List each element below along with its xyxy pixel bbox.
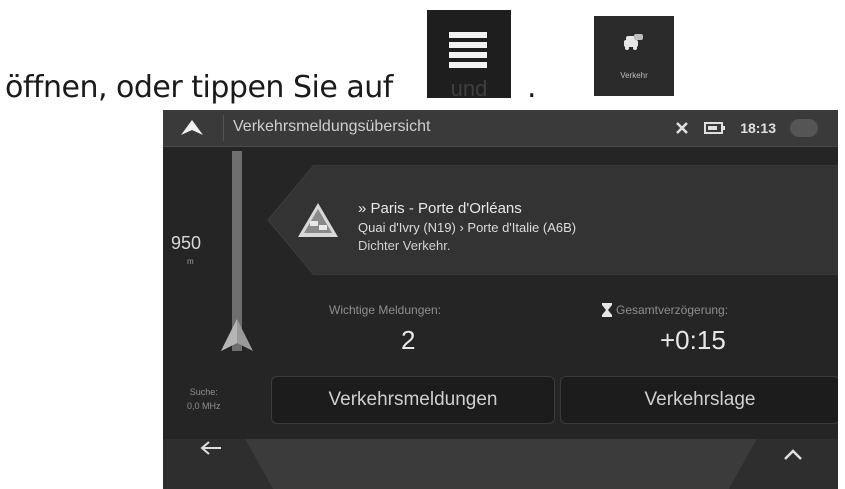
topbar-divider [223,115,224,141]
menu-button-image: und [427,10,511,101]
traffic-button-label: Verkehr [620,71,648,80]
traffic-jam-warning-icon [298,203,338,237]
menu-icon [449,32,487,72]
event-description: Dichter Verkehr. [358,238,451,253]
fm-search-status: Suche: 0,0 MHz [187,385,221,413]
chevron-up-icon[interactable] [783,449,803,461]
total-delay-value: +0:15 [660,325,726,355]
traffic-situation-button[interactable]: Verkehrslage [560,376,838,424]
instruction-period: . [527,70,537,105]
back-arrow-icon[interactable] [199,440,223,456]
fm-search-label: Suche: [189,387,218,397]
traffic-event-card[interactable]: » Paris - Porte d'Orléans Quai d'Ivry (N… [268,165,838,275]
menu-button-label: und [450,76,488,101]
hourglass-icon [602,303,612,317]
bottom-bar [163,439,838,489]
screen-title: Verkehrsmeldungsübersicht [233,118,431,135]
distance-value: 950 [171,233,202,253]
traffic-car-icon [624,34,643,50]
vehicle-position-icon [221,319,253,351]
navigation-screen: Verkehrsmeldungsübersicht 18:13 950 m » … [163,110,838,489]
status-area: 18:13 [674,116,818,140]
traffic-button-image: Verkehr [594,16,674,96]
important-messages-value: 2 [401,325,416,355]
event-title: » Paris - Porte d'Orléans [358,200,522,217]
clock-time: 18:13 [740,120,776,136]
total-delay-label: Gesamtverzögerung: [616,303,729,317]
instruction-text: öffnen, oder tippen Sie auf [5,70,393,105]
main-content: 950 m » Paris - Porte d'Orléans Quai d'I… [163,147,838,489]
distance-unit: m [187,257,194,266]
message-bubble-icon[interactable] [790,119,818,137]
gps-off-icon [676,122,689,134]
important-messages-label: Wichtige Meldungen: [329,303,442,317]
event-road: Quai d'Ivry (N19) › Porte d'Italie (A6B) [358,220,577,235]
up-arrow-icon[interactable] [179,118,205,138]
top-bar: Verkehrsmeldungsübersicht 18:13 [163,110,838,147]
battery-icon [704,122,726,134]
traffic-messages-button[interactable]: Verkehrsmeldungen [271,376,555,424]
fm-frequency: 0,0 MHz [187,401,221,411]
